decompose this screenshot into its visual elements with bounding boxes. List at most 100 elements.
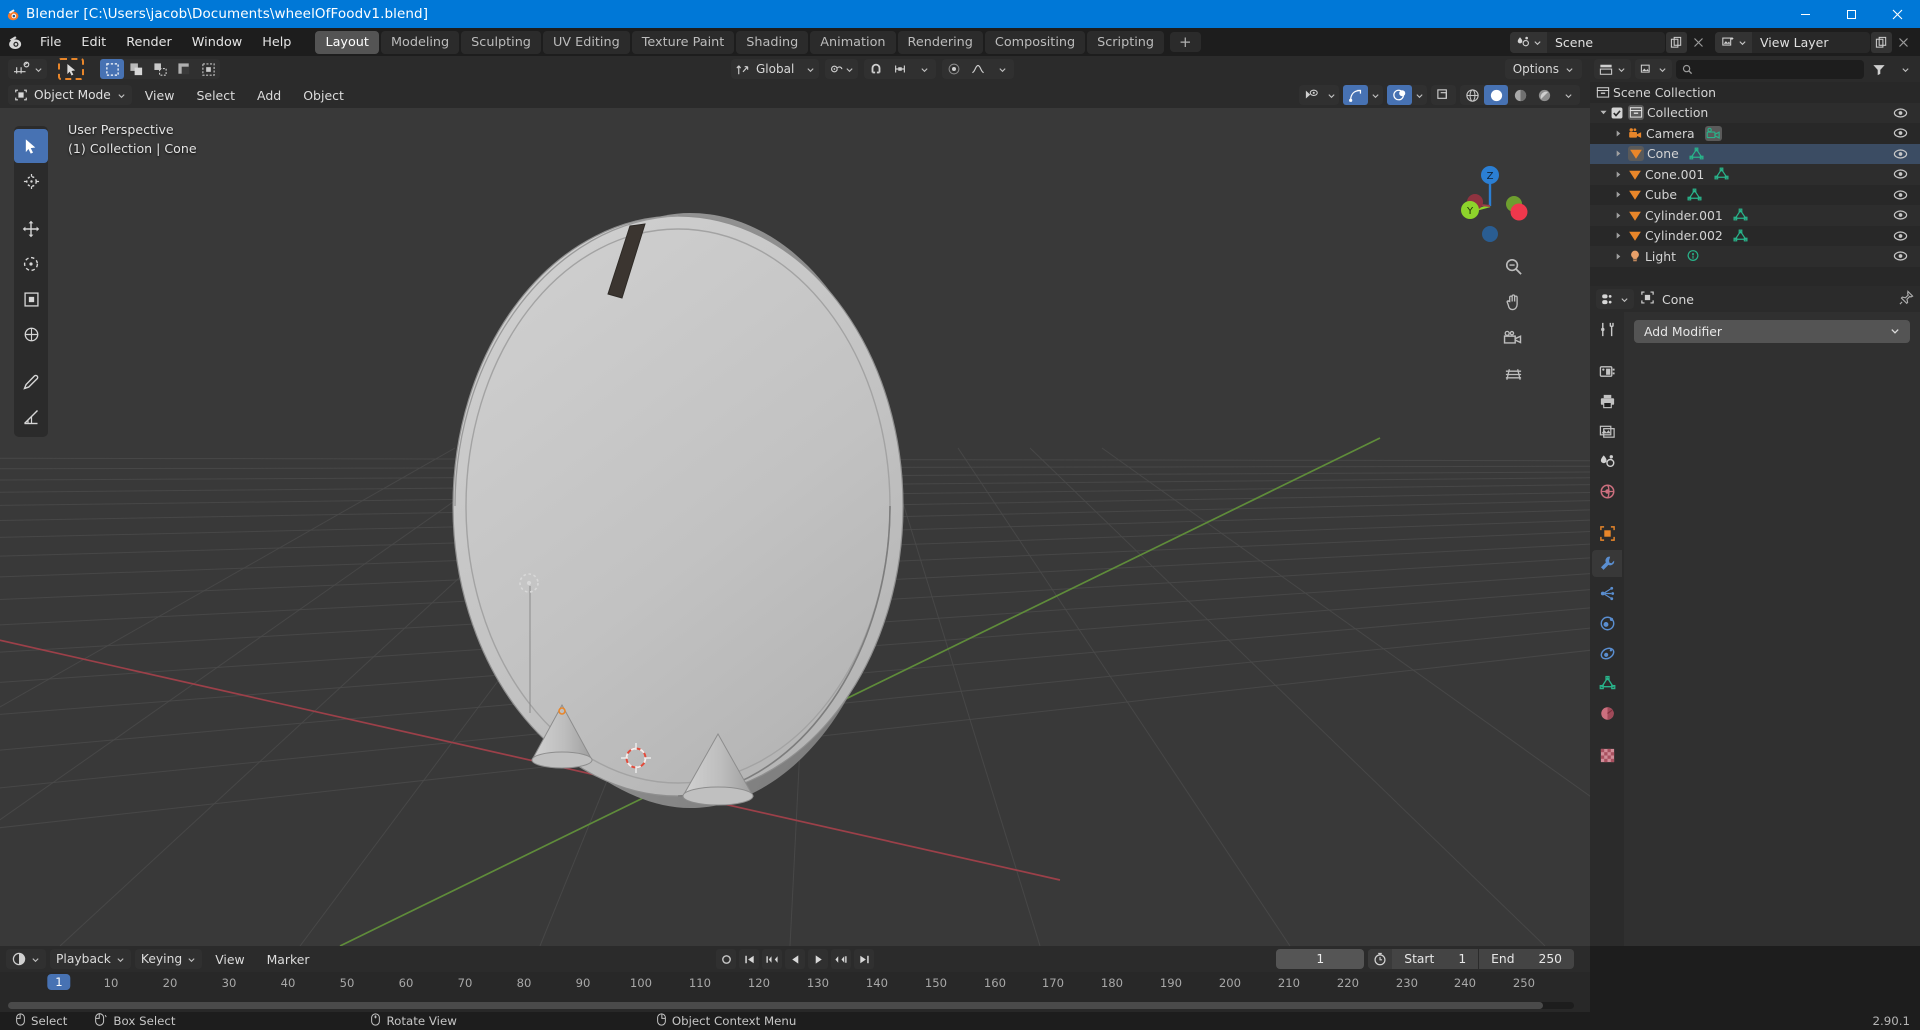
tab-physics[interactable] [1592, 610, 1622, 637]
cone-expand-icon[interactable] [1614, 144, 1623, 165]
timeline-ruler[interactable]: 1 10 20 30 40 50 60 70 80 90 100 110 120… [0, 972, 1590, 998]
cone-001-expand-icon[interactable] [1614, 164, 1623, 185]
overlays-icon[interactable] [1387, 85, 1412, 105]
outliner-row-cone-001[interactable]: Cone.001 [1590, 164, 1920, 185]
view-layer-selector[interactable]: View Layer [1715, 31, 1870, 53]
outliner-row-cylinder-001[interactable]: Cylinder.001 [1590, 205, 1920, 226]
tab-world[interactable] [1592, 478, 1622, 505]
camera-expand-icon[interactable] [1614, 123, 1623, 144]
close-button[interactable] [1874, 0, 1920, 28]
camera-visibility-icon[interactable] [1893, 123, 1908, 144]
outliner-row-collection[interactable]: Collection [1590, 102, 1920, 124]
snap-dropdown-icon[interactable] [912, 59, 936, 79]
shading-dropdown-icon[interactable] [1556, 85, 1580, 105]
camera-view-icon[interactable] [1500, 325, 1526, 351]
gizmo-selector[interactable] [1343, 85, 1383, 105]
zoom-icon[interactable] [1500, 253, 1526, 279]
visibility-icon[interactable] [1299, 85, 1324, 105]
tab-object-data[interactable] [1592, 670, 1622, 697]
viewport-menu-view[interactable]: View [136, 86, 184, 105]
cylinder-002-expand-icon[interactable] [1614, 226, 1623, 247]
timeline-menu-view[interactable]: View [206, 950, 253, 969]
xray-icon[interactable] [1431, 85, 1456, 105]
light-visibility-icon[interactable] [1893, 246, 1908, 267]
tab-output[interactable] [1592, 388, 1622, 415]
tab-texture[interactable] [1592, 742, 1622, 769]
gizmo-icon[interactable] [1343, 85, 1368, 105]
next-keyframe-button[interactable] [831, 949, 851, 969]
outliner-filter-dropdown-icon[interactable] [1894, 59, 1916, 79]
select-extend-button[interactable] [124, 59, 148, 79]
collection-visibility-icon[interactable] [1893, 103, 1908, 124]
pan-hand-icon[interactable] [1500, 289, 1526, 315]
viewport-menu-add[interactable]: Add [248, 86, 290, 105]
collection-expand-icon[interactable] [1596, 108, 1610, 117]
use-preview-range-icon[interactable] [1368, 949, 1393, 969]
timeline-menu-marker[interactable]: Marker [258, 950, 319, 969]
current-frame-field[interactable]: 1 [1276, 949, 1365, 969]
tab-tool[interactable] [1592, 316, 1622, 343]
overlays-dropdown-icon[interactable] [1412, 85, 1427, 105]
tool-cursor[interactable] [14, 164, 48, 198]
tab-scripting[interactable]: Scripting [1087, 30, 1165, 54]
select-intersect-button[interactable] [196, 59, 220, 79]
proportional-edit-icon[interactable] [942, 59, 966, 79]
cube-expand-icon[interactable] [1614, 185, 1623, 206]
menu-edit[interactable]: Edit [71, 32, 116, 53]
tab-modifiers[interactable] [1592, 550, 1622, 577]
menu-window[interactable]: Window [182, 32, 252, 53]
properties-pin-icon[interactable] [1899, 289, 1914, 309]
tab-compositing[interactable]: Compositing [984, 30, 1086, 54]
delete-view-layer-button[interactable] [1893, 32, 1914, 53]
outliner-row-cube[interactable]: Cube [1590, 185, 1920, 206]
shading-wireframe-button[interactable] [1460, 85, 1484, 105]
scene-selector[interactable]: Scene [1510, 31, 1665, 53]
outliner-display-mode-selector[interactable] [1635, 59, 1672, 79]
shading-rendered-button[interactable] [1532, 85, 1556, 105]
proportional-falloff-icon[interactable] [966, 59, 990, 79]
tab-scene[interactable] [1592, 448, 1622, 475]
play-reverse-button[interactable] [785, 949, 805, 969]
timeline-playhead[interactable]: 1 [47, 974, 71, 990]
tool-annotate[interactable] [14, 365, 48, 399]
cube-visibility-icon[interactable] [1893, 185, 1908, 206]
frame-start-field[interactable]: Start 1 [1392, 949, 1478, 969]
shading-solid-button[interactable] [1484, 85, 1508, 105]
outliner-row-scene-collection[interactable]: Scene Collection [1590, 82, 1920, 103]
navigation-gizmo[interactable]: Z Y [1448, 160, 1532, 244]
tool-move[interactable] [14, 212, 48, 246]
cylinder-002-visibility-icon[interactable] [1893, 226, 1908, 247]
shading-material-preview-button[interactable] [1508, 85, 1532, 105]
proportional-dropdown-icon[interactable] [990, 59, 1014, 79]
menu-help[interactable]: Help [252, 32, 301, 53]
new-view-layer-button[interactable] [1871, 31, 1892, 53]
outliner-search-input[interactable] [1676, 59, 1864, 79]
outliner-row-camera[interactable]: Camera [1590, 123, 1920, 144]
active-tool-selector[interactable] [8, 59, 47, 79]
viewport-menu-object[interactable]: Object [294, 86, 353, 105]
select-subtract-button[interactable] [148, 59, 172, 79]
tool-scale[interactable] [14, 282, 48, 316]
add-modifier-button[interactable]: Add Modifier [1634, 320, 1910, 343]
select-invert-button[interactable] [172, 59, 196, 79]
tab-rendering[interactable]: Rendering [897, 30, 983, 54]
tab-material[interactable] [1592, 700, 1622, 727]
outliner-row-cylinder-002[interactable]: Cylinder.002 [1590, 226, 1920, 247]
tool-select-box[interactable] [14, 129, 48, 163]
tweak-tool-icon[interactable] [58, 58, 84, 80]
blender-menu-icon[interactable] [0, 28, 30, 56]
outliner-row-cone[interactable]: Cone [1590, 143, 1920, 165]
timeline-editor-type-selector[interactable] [6, 949, 46, 969]
add-workspace-button[interactable]: + [1170, 32, 1201, 52]
light-expand-icon[interactable] [1614, 246, 1623, 267]
tab-uv-editing[interactable]: UV Editing [542, 30, 630, 54]
pivot-point-selector[interactable] [825, 59, 859, 79]
maximize-button[interactable] [1828, 0, 1874, 28]
record-keyframes-button[interactable] [716, 949, 736, 969]
play-button[interactable] [808, 949, 828, 969]
timeline-menu-keying[interactable]: Keying [134, 949, 203, 969]
minimize-button[interactable] [1782, 0, 1828, 28]
cone-001-visibility-icon[interactable] [1893, 164, 1908, 185]
outliner-filter-icon[interactable] [1868, 59, 1890, 79]
properties-editor-type-selector[interactable] [1596, 289, 1634, 309]
